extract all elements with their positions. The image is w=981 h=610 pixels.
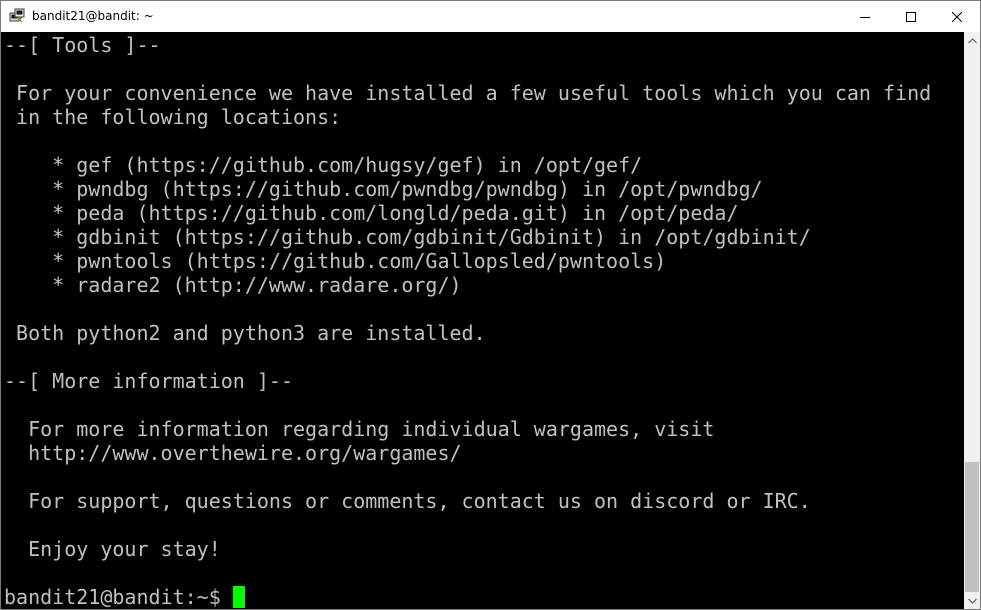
scroll-down-button[interactable] <box>964 592 980 609</box>
terminal-line: For your convenience we have installed a… <box>4 81 932 105</box>
terminal-line: http://www.overthewire.org/wargames/ <box>4 441 462 465</box>
chevron-up-icon <box>967 37 977 43</box>
terminal-line: * peda (https://github.com/longld/peda.g… <box>4 201 739 225</box>
minimize-icon <box>860 16 870 18</box>
putty-icon[interactable] <box>9 8 25 24</box>
maximize-button[interactable] <box>888 1 934 32</box>
terminal-line: * gdbinit (https://github.com/gdbinit/Gd… <box>4 225 811 249</box>
minimize-button[interactable] <box>842 1 888 32</box>
close-icon <box>952 11 962 22</box>
shell-prompt: bandit21@bandit:~$ <box>4 585 233 609</box>
terminal-line: * radare2 (http://www.radare.org/) <box>4 273 462 297</box>
scrollbar-thumb[interactable] <box>965 462 979 592</box>
window-title: bandit21@bandit: ~ <box>32 9 154 23</box>
prompt-line[interactable]: bandit21@bandit:~$ <box>4 585 245 609</box>
terminal-line: * gef (https://github.com/hugsy/gef) in … <box>4 153 643 177</box>
terminal-line: For support, questions or comments, cont… <box>4 489 811 513</box>
close-button[interactable] <box>934 1 980 32</box>
vertical-scrollbar[interactable] <box>964 32 980 609</box>
chevron-down-icon <box>967 598 977 604</box>
terminal-line: in the following locations: <box>4 105 342 129</box>
terminal-line: For more information regarding individua… <box>4 417 715 441</box>
terminal-window: bandit21@bandit: ~ --[ Tools ]-- For you… <box>0 0 981 610</box>
terminal-line: Enjoy your stay! <box>4 537 221 561</box>
text-cursor <box>232 586 245 608</box>
terminal-output[interactable]: --[ Tools ]-- For your convenience we ha… <box>1 32 964 609</box>
terminal-line: --[ Tools ]-- <box>4 33 161 57</box>
terminal-line: * pwntools (https://github.com/Gallopsle… <box>4 249 667 273</box>
scroll-up-button[interactable] <box>964 32 980 49</box>
maximize-icon <box>906 11 916 22</box>
title-bar[interactable]: bandit21@bandit: ~ <box>1 1 980 32</box>
terminal-line: Both python2 and python3 are installed. <box>4 321 486 345</box>
terminal-line: * pwndbg (https://github.com/pwndbg/pwnd… <box>4 177 763 201</box>
terminal-line: --[ More information ]-- <box>4 369 293 393</box>
